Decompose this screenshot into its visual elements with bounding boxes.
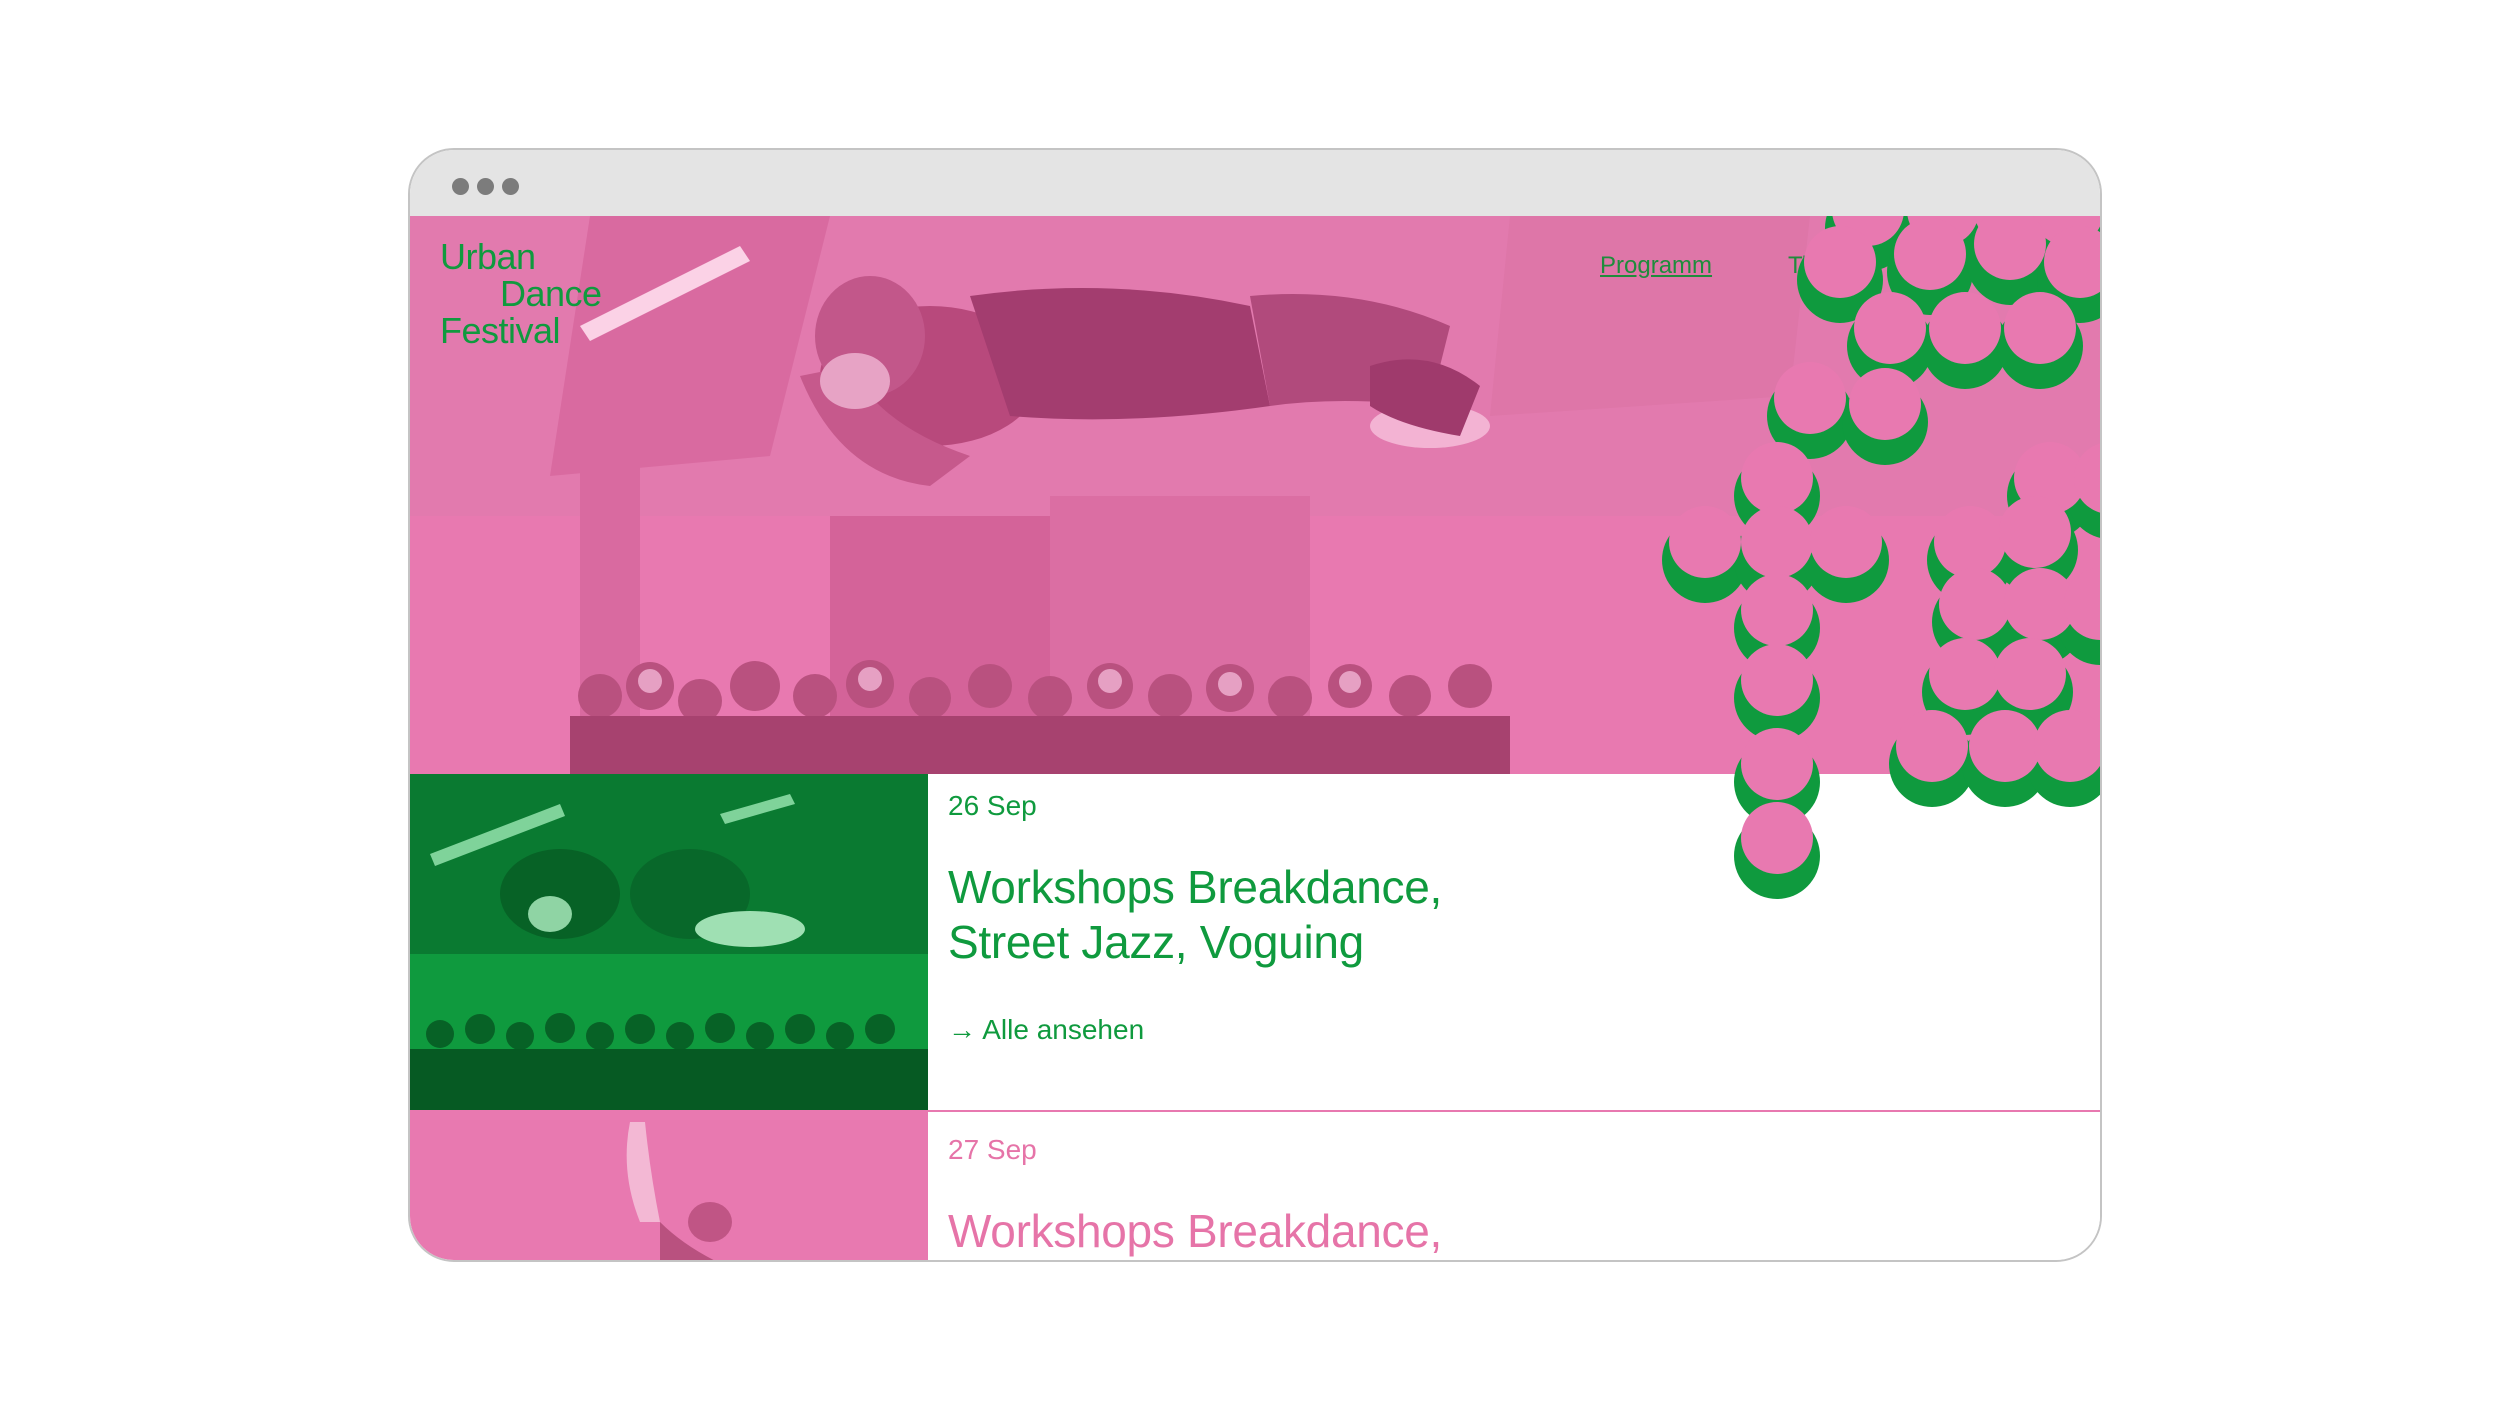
- event-title[interactable]: Workshops Breakdance, Street Jazz, Vogui…: [948, 860, 1442, 970]
- nav-archive[interactable]: Archive: [1933, 252, 2013, 280]
- logo-line: Dance: [500, 273, 602, 314]
- event-title[interactable]: Workshops Breakdance,: [948, 1204, 1442, 1259]
- event-title-line: Workshops Breakdance,: [948, 861, 1442, 913]
- event-thumbnail: [410, 774, 928, 1110]
- logo-line: Urban: [440, 236, 536, 277]
- hero-image: Urban Dance Festival Programm Tickets Ar…: [410, 216, 2100, 774]
- see-all-link[interactable]: → Alle ansehen: [948, 1014, 1144, 1046]
- window-dot-icon[interactable]: [502, 178, 519, 195]
- event-photo: [410, 774, 928, 1110]
- site-logo[interactable]: Urban Dance Festival: [440, 238, 602, 349]
- event-photo: [410, 1112, 928, 1260]
- event-date: 27 Sep: [948, 1134, 1037, 1165]
- event-thumbnail: [410, 1112, 928, 1260]
- event-date: 26 Sep: [948, 790, 1037, 821]
- hero-photo: [410, 216, 2100, 774]
- window-dot-icon[interactable]: [477, 178, 494, 195]
- window-dot-icon[interactable]: [452, 178, 469, 195]
- nav-tickets[interactable]: Tickets: [1788, 252, 1863, 280]
- event-title-line: Workshops Breakdance,: [948, 1205, 1442, 1257]
- nav-programm[interactable]: Programm: [1600, 252, 1712, 280]
- event-row[interactable]: 26 Sep Workshops Breakdance, Street Jazz…: [410, 774, 2100, 1112]
- browser-window: Urban Dance Festival Programm Tickets Ar…: [408, 148, 2102, 1262]
- logo-line: Festival: [440, 310, 561, 351]
- event-row[interactable]: 27 Sep Workshops Breakdance,: [410, 1112, 2100, 1260]
- browser-titlebar: [410, 150, 2100, 216]
- event-title-line: Street Jazz, Voguing: [948, 916, 1364, 968]
